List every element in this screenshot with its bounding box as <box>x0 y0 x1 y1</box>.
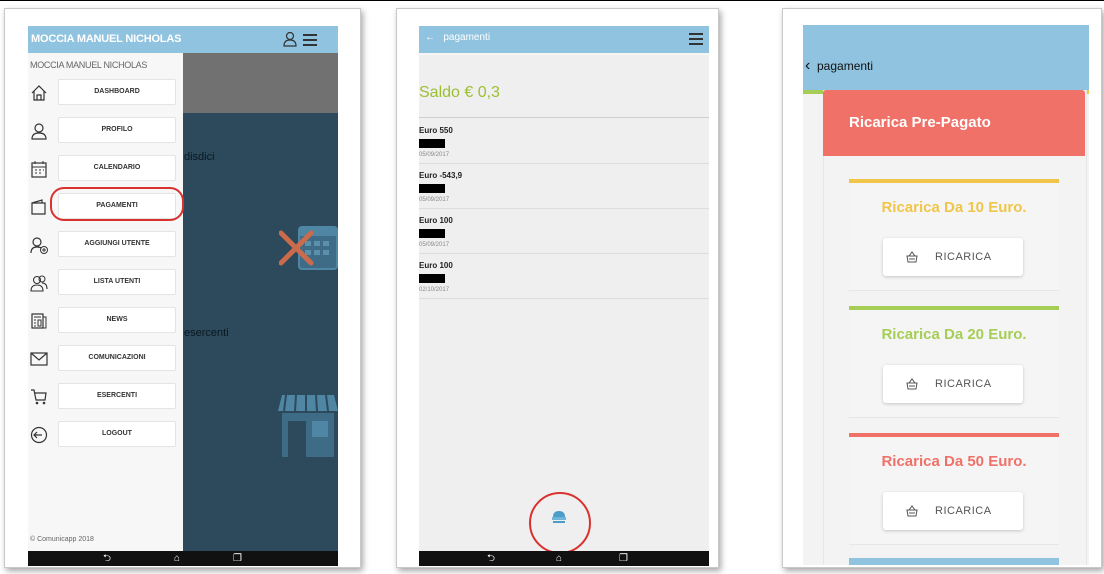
menu-item-profilo[interactable]: PROFILO <box>58 117 176 143</box>
highlight-circle-pagamenti <box>50 187 184 221</box>
basket-icon <box>906 251 918 263</box>
menu-item-aggiungi-utente[interactable]: AGGIUNGI UTENTE <box>58 231 176 257</box>
recharge-header: Ricarica Pre-Pagato <box>823 90 1085 156</box>
background-overlay-top <box>183 53 338 113</box>
app-header: ← pagamenti <box>419 26 709 53</box>
news-icon <box>31 313 47 329</box>
screen-payments-list: ← pagamenti Saldo € 0,3 Euro 550 05/09/2… <box>419 26 709 566</box>
redacted-block <box>419 139 445 148</box>
payment-amount: Euro 550 <box>419 126 453 135</box>
redacted-block <box>419 274 445 283</box>
divider <box>419 117 709 118</box>
back-nav-icon[interactable]: ⮌ <box>103 552 111 565</box>
back-chevron-icon[interactable]: ‹ <box>805 58 810 74</box>
balance-label: Saldo € 0,3 <box>419 84 500 101</box>
menu-item-news[interactable]: NEWS <box>58 307 176 333</box>
cart-icon <box>31 389 47 405</box>
payment-row[interactable]: Euro 550 05/09/2017 <box>419 126 709 172</box>
payment-date: 05/09/2017 <box>419 242 450 248</box>
app-header: MOCCIA MANUEL NICHOLAS <box>28 26 338 53</box>
basket-icon <box>906 505 918 517</box>
menu-item-calendario[interactable]: CALENDARIO <box>58 155 176 181</box>
row-divider <box>419 163 709 164</box>
shop-icon <box>278 394 338 457</box>
row-divider <box>419 253 709 254</box>
logout-icon <box>30 426 48 444</box>
recharge-option-title: Ricarica Da 10 Euro. <box>881 199 1027 216</box>
hamburger-menu-icon[interactable] <box>689 33 703 45</box>
user-icon[interactable] <box>283 31 297 47</box>
header-accent-line <box>419 53 709 55</box>
payment-amount: Euro 100 <box>419 216 453 225</box>
menu-item-comunicazioni[interactable]: COMUNICAZIONI <box>58 345 176 371</box>
screenshot-frame-drawer: MOCCIA MANUEL NICHOLAS disdici esercenti <box>4 8 361 568</box>
mail-icon <box>30 352 48 366</box>
app-header: ‹ pagamenti <box>803 43 1089 94</box>
page-title: pagamenti <box>817 59 874 73</box>
add-user-icon <box>30 237 48 254</box>
redacted-block <box>419 229 445 238</box>
payment-row[interactable]: Euro -543,9 05/09/2017 <box>419 171 709 217</box>
home-nav-icon[interactable]: ⌂ <box>556 552 562 565</box>
screen-navigation-drawer: MOCCIA MANUEL NICHOLAS disdici esercenti <box>28 26 338 566</box>
calendar-icon <box>31 161 47 178</box>
menu-item-dashboard[interactable]: DASHBOARD <box>58 79 176 105</box>
home-nav-icon[interactable]: ⌂ <box>174 552 180 565</box>
status-bar <box>803 25 1089 43</box>
recharge-option-title: Ricarica Da 20 Euro. <box>881 326 1027 343</box>
background-text-esercenti: esercenti <box>184 327 229 339</box>
background-text-disdici: disdici <box>184 151 215 163</box>
recent-apps-icon[interactable]: ❐ <box>233 552 242 565</box>
payment-date: 05/09/2017 <box>419 197 450 203</box>
recharge-option-10: Ricarica Da 10 Euro. RICARICA <box>849 179 1059 291</box>
recharge-button-label: RICARICA <box>935 505 992 517</box>
menu-item-lista-utenti[interactable]: LISTA UTENTI <box>58 269 176 295</box>
drawer-user-name: MOCCIA MANUEL NICHOLAS <box>30 60 148 70</box>
next-option-peek <box>849 558 1059 565</box>
footer-copyright: © Comunicapp 2018 <box>30 536 94 543</box>
hamburger-menu-icon[interactable] <box>303 34 317 46</box>
payment-row[interactable]: Euro 100 02/10/2017 <box>419 261 709 307</box>
header-user-name: MOCCIA MANUEL NICHOLAS <box>31 33 182 45</box>
calendar-cancel-icon <box>279 226 338 270</box>
payment-date: 05/09/2017 <box>419 152 450 158</box>
wallet-icon <box>31 199 46 215</box>
recharge-button-label: RICARICA <box>935 378 992 390</box>
back-arrow-icon[interactable]: ← <box>425 32 443 43</box>
top-border-line <box>0 0 1104 1</box>
screenshot-frame-payments: ← pagamenti Saldo € 0,3 Euro 550 05/09/2… <box>396 8 719 568</box>
payment-amount: Euro -543,9 <box>419 171 463 180</box>
recharge-option-title: Ricarica Da 50 Euro. <box>881 453 1027 470</box>
home-icon <box>31 85 47 101</box>
page-title: pagamenti <box>443 32 491 43</box>
payment-row[interactable]: Euro 100 05/09/2017 <box>419 216 709 262</box>
recharge-button[interactable]: RICARICA <box>883 238 1023 276</box>
highlight-circle-fab <box>529 492 591 554</box>
recharge-button[interactable]: RICARICA <box>883 365 1023 403</box>
screen-recharge-options: ‹ pagamenti Ricarica Pre-Pagato Ricarica… <box>803 25 1089 565</box>
android-nav-bar: ⮌ ⌂ ❐ <box>28 551 338 566</box>
payment-date: 02/10/2017 <box>419 287 450 293</box>
row-divider <box>419 298 709 299</box>
recharge-option-20: Ricarica Da 20 Euro. RICARICA <box>849 306 1059 418</box>
background-overlay: disdici esercenti <box>183 113 338 551</box>
recharge-button-label: RICARICA <box>935 251 992 263</box>
user-icon <box>31 123 47 140</box>
payment-amount: Euro 100 <box>419 261 453 270</box>
screenshot-frame-recharge: ‹ pagamenti Ricarica Pre-Pagato Ricarica… <box>782 8 1102 568</box>
recent-apps-icon[interactable]: ❐ <box>619 552 628 565</box>
basket-icon <box>906 378 918 390</box>
menu-item-esercenti[interactable]: ESERCENTI <box>58 383 176 409</box>
recharge-option-50: Ricarica Da 50 Euro. RICARICA <box>849 433 1059 545</box>
redacted-block <box>419 184 445 193</box>
navigation-drawer: MOCCIA MANUEL NICHOLAS DASHBOARD PROFILO… <box>28 53 184 551</box>
android-nav-bar: ⮌ ⌂ ❐ <box>419 551 709 566</box>
users-icon <box>30 275 48 292</box>
menu-item-logout[interactable]: LOGOUT <box>58 421 176 447</box>
recharge-button[interactable]: RICARICA <box>883 492 1023 530</box>
row-divider <box>419 208 709 209</box>
back-nav-icon[interactable]: ⮌ <box>487 552 495 565</box>
